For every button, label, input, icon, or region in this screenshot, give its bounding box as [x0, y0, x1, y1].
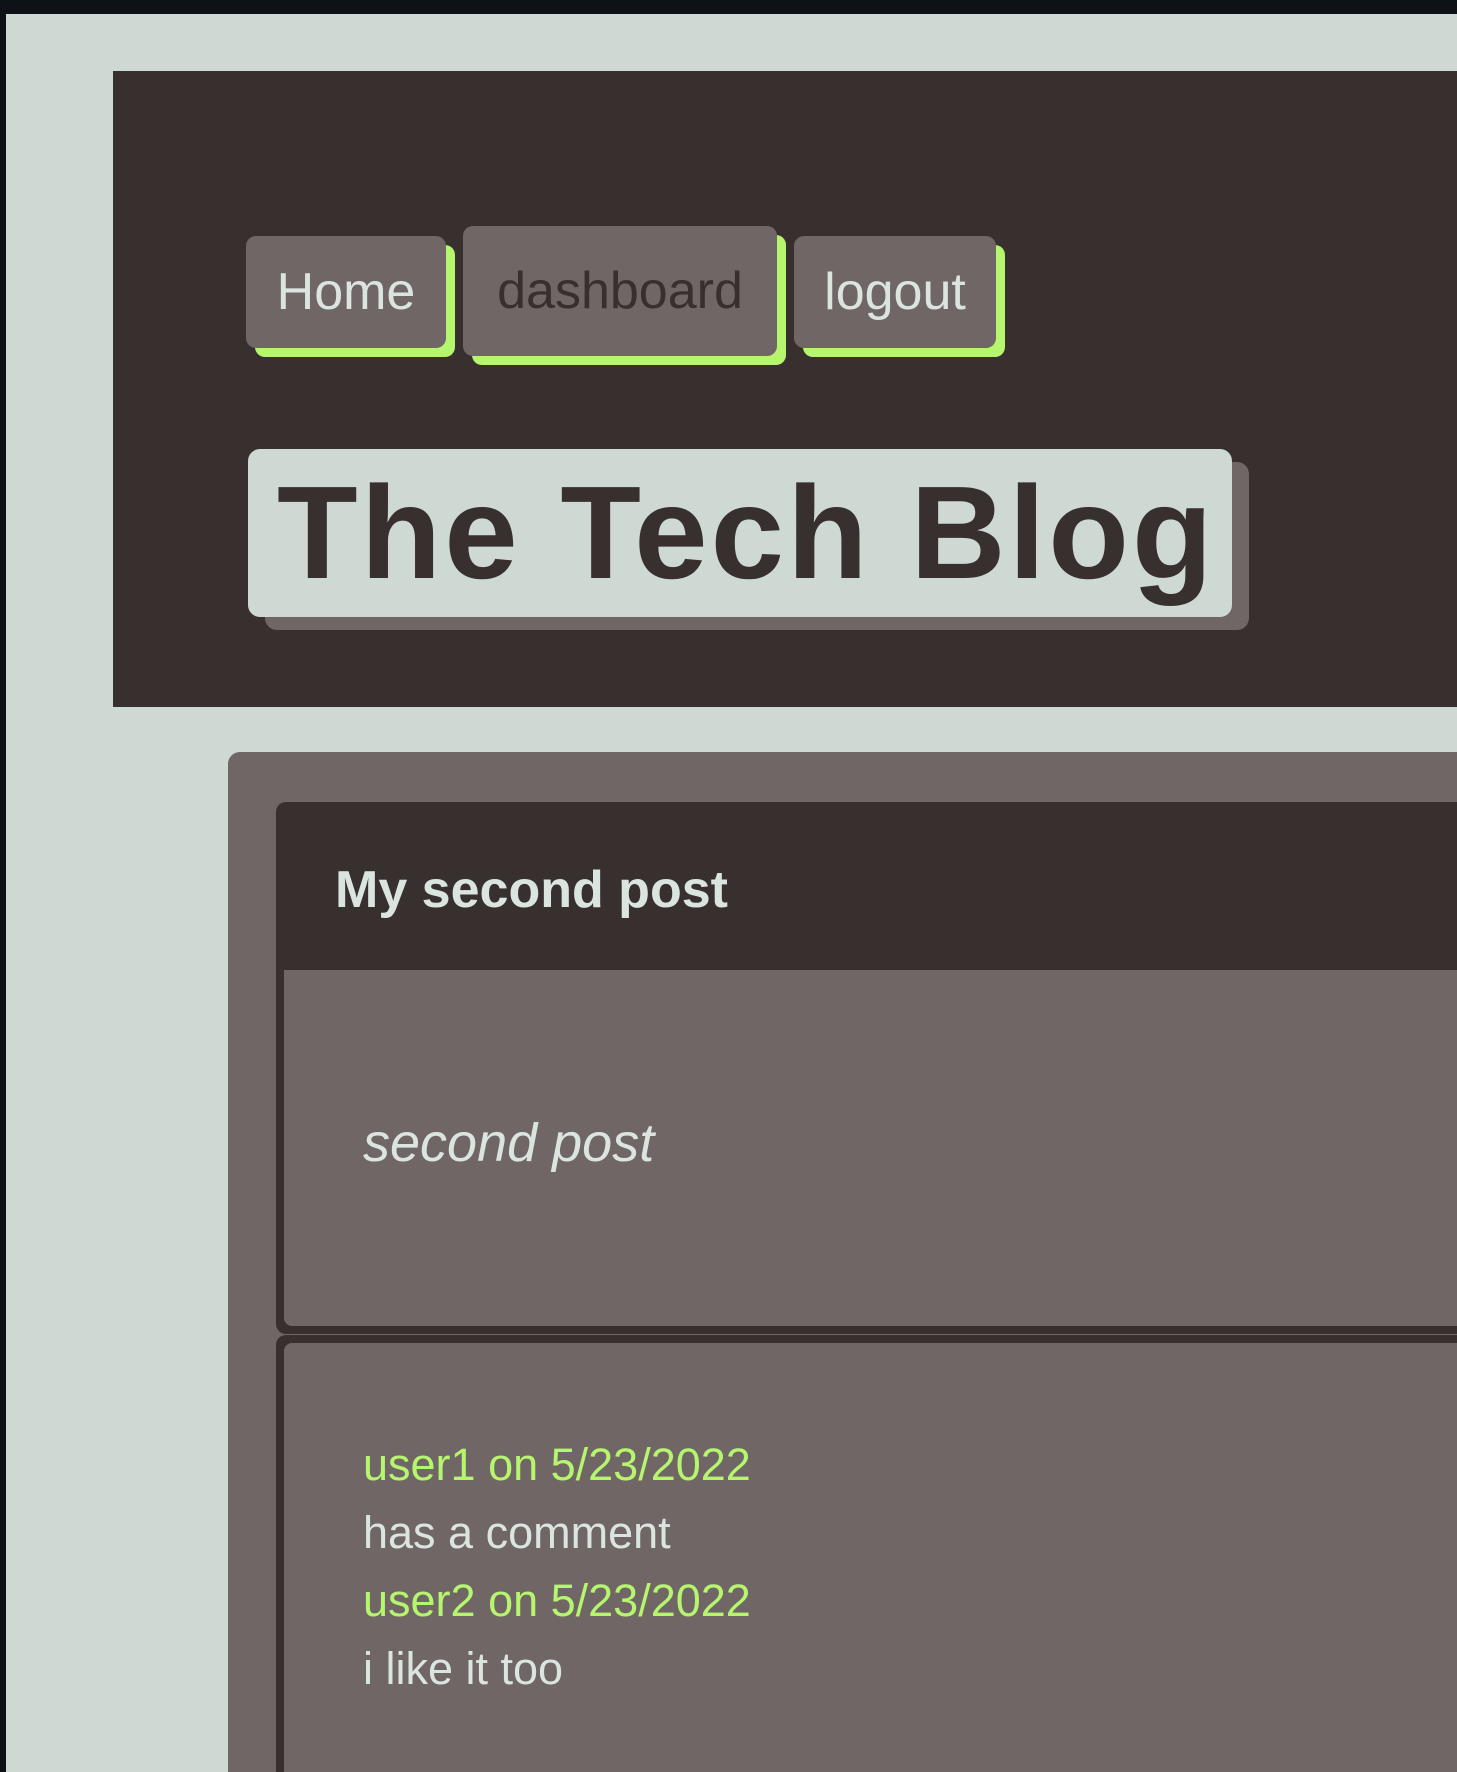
post-body: second post	[284, 970, 1457, 1326]
post-card: My second post second post	[276, 802, 1457, 1334]
comments-card: user1 on 5/23/2022 has a comment user2 o…	[276, 1335, 1457, 1772]
comment-list: user1 on 5/23/2022 has a comment user2 o…	[363, 1431, 751, 1703]
nav-home-button[interactable]: Home	[246, 236, 446, 348]
post-title: My second post	[335, 861, 728, 919]
main-content: My second post second post user1 on 5/23…	[228, 752, 1457, 1772]
site-title-box: The Tech Blog	[248, 449, 1232, 617]
nav-dashboard-button[interactable]: dashboard	[463, 226, 777, 356]
page: Home dashboard logout The Tech Blog My s…	[6, 14, 1457, 1772]
comment-text: has a comment	[363, 1507, 671, 1558]
comment-item: user1 on 5/23/2022 has a comment	[363, 1431, 751, 1567]
site-header: Home dashboard logout The Tech Blog	[113, 71, 1457, 707]
nav-logout-button[interactable]: logout	[794, 236, 996, 348]
comment-item: user2 on 5/23/2022 i like it too	[363, 1567, 751, 1703]
comment-meta: user2 on 5/23/2022	[363, 1575, 751, 1626]
site-title: The Tech Blog	[277, 459, 1216, 606]
post-content: second post	[363, 1113, 655, 1173]
comment-meta: user1 on 5/23/2022	[363, 1439, 751, 1490]
post-header: My second post	[284, 810, 1457, 970]
comment-text: i like it too	[363, 1643, 564, 1694]
comments-body: user1 on 5/23/2022 has a comment user2 o…	[284, 1343, 1457, 1772]
